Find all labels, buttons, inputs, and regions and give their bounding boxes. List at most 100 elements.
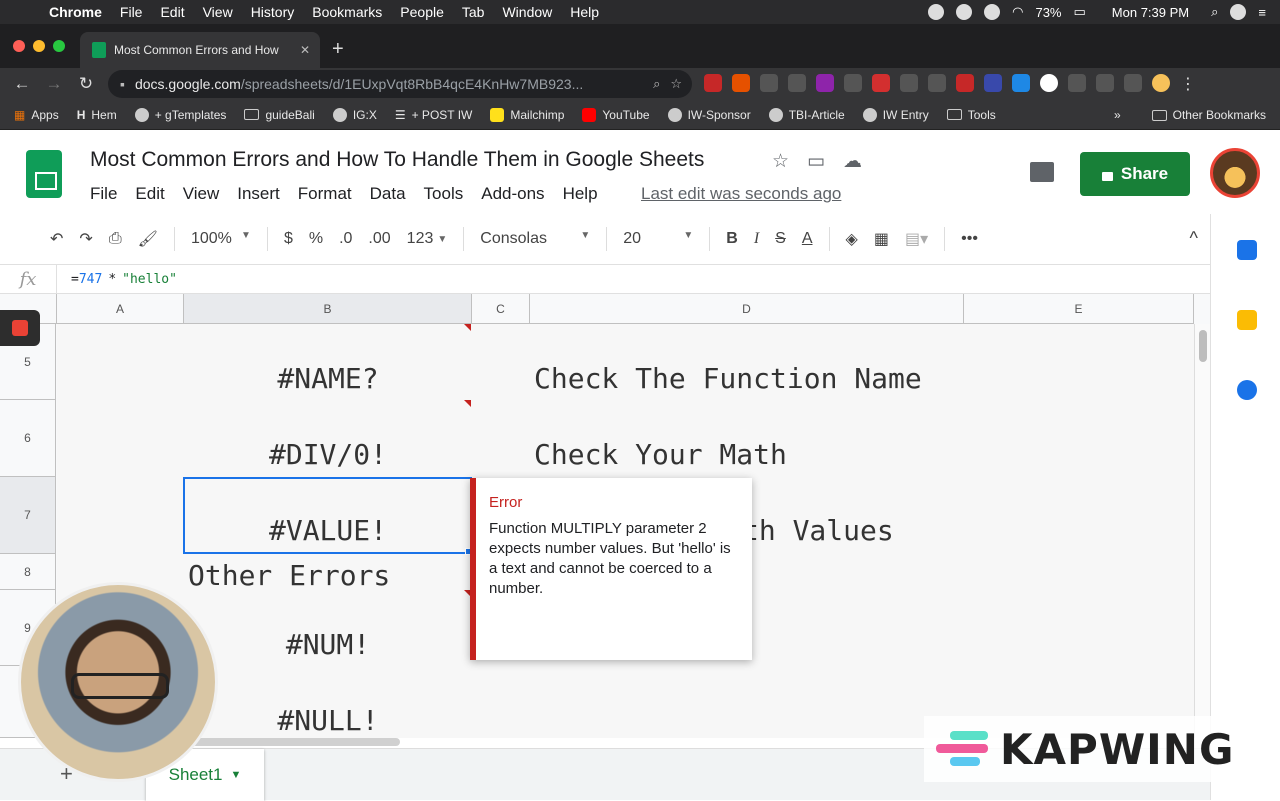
last-edit-link[interactable]: Last edit was seconds ago	[641, 184, 841, 204]
menu-people[interactable]: People	[391, 4, 453, 20]
bookmark-item[interactable]: guideBali	[244, 108, 315, 122]
cell-b10[interactable]: #NULL!	[184, 704, 472, 737]
formula-input[interactable]: = 747 * "hello"	[56, 264, 177, 294]
font-size-select[interactable]: 20 ▼	[615, 230, 701, 248]
reload-icon[interactable]: ↻	[70, 74, 102, 94]
account-avatar[interactable]	[1210, 148, 1260, 198]
column-header-b[interactable]: B	[184, 294, 472, 324]
bookmark-item[interactable]: TBI-Article	[768, 107, 845, 122]
address-bar[interactable]: ▪ docs.google.com/spreadsheets/d/1EUxpVq…	[108, 70, 692, 98]
docs-menu-addons[interactable]: Add-ons	[481, 184, 544, 204]
extension-icon[interactable]	[900, 74, 918, 92]
print-icon[interactable]: ⎙	[101, 230, 130, 248]
document-title[interactable]: Most Common Errors and How To Handle The…	[90, 148, 704, 172]
cell-b5[interactable]: #NAME?	[184, 362, 472, 395]
row-header-7[interactable]: 7	[0, 477, 56, 554]
extension-icon[interactable]	[844, 74, 862, 92]
kebab-menu-icon[interactable]: ⋮	[1180, 74, 1196, 94]
docs-menu-help[interactable]: Help	[563, 184, 598, 204]
search-icon[interactable]: ⌕	[653, 76, 660, 92]
cell-d5[interactable]: Check The Function Name	[534, 362, 922, 395]
italic-button[interactable]: I	[746, 230, 767, 248]
extension-icon[interactable]	[816, 74, 834, 92]
extension-icon[interactable]	[760, 74, 778, 92]
menu-help[interactable]: Help	[561, 4, 608, 20]
scrollbar-thumb[interactable]	[1199, 330, 1207, 362]
row-header-6[interactable]: 6	[0, 400, 56, 477]
bookmark-item[interactable]: Mailchimp	[490, 107, 564, 122]
star-icon[interactable]: ☆	[772, 150, 789, 173]
extension-icon[interactable]	[956, 74, 974, 92]
docs-menu-data[interactable]: Data	[370, 184, 406, 204]
cell-b6[interactable]: #DIV/0!	[184, 438, 472, 471]
record-button[interactable]	[0, 310, 40, 346]
extension-icon[interactable]	[928, 74, 946, 92]
fill-color-icon[interactable]: ◈	[838, 229, 866, 249]
menu-file[interactable]: File	[111, 4, 152, 20]
undo-icon[interactable]: ↶	[42, 229, 71, 249]
cloud-status-icon[interactable]: ☁	[843, 150, 862, 173]
other-bookmarks[interactable]: Other Bookmarks	[1151, 108, 1266, 122]
app-menu[interactable]: Chrome	[40, 4, 111, 20]
text-color-button[interactable]: A	[794, 230, 821, 248]
battery-icon[interactable]: ▭	[1074, 4, 1086, 20]
bookmark-item[interactable]: Tools	[946, 108, 996, 122]
wifi-icon[interactable]: ◠	[1012, 4, 1023, 20]
keep-icon[interactable]	[1237, 310, 1257, 330]
more-options-button[interactable]: •••	[953, 230, 986, 248]
docs-menu-format[interactable]: Format	[298, 184, 352, 204]
move-folder-icon[interactable]: ▭	[807, 150, 825, 173]
bookmark-item[interactable]: H Hem	[77, 108, 117, 122]
column-header-c[interactable]: C	[472, 294, 530, 324]
spotlight-icon[interactable]: ⌕	[1211, 4, 1218, 20]
media-icon[interactable]	[1124, 74, 1142, 92]
status-icon[interactable]	[928, 4, 945, 20]
bookmark-item[interactable]: IW Entry	[862, 107, 929, 122]
control-center-icon[interactable]: ≡	[1258, 5, 1266, 20]
close-tab-icon[interactable]: ✕	[300, 43, 310, 57]
extension-icon[interactable]	[1040, 74, 1058, 92]
zoom-window-button[interactable]	[53, 40, 65, 52]
row-header-8[interactable]: 8	[0, 554, 56, 590]
percent-button[interactable]: %	[301, 230, 331, 248]
menu-window[interactable]: Window	[493, 4, 561, 20]
status-icon[interactable]	[984, 4, 1001, 20]
status-icon[interactable]	[956, 4, 973, 20]
bookmark-apps[interactable]: ▦ Apps	[14, 108, 59, 122]
extension-icon[interactable]	[788, 74, 806, 92]
sheets-logo-icon[interactable]	[26, 150, 62, 198]
extension-icon[interactable]	[1012, 74, 1030, 92]
menu-history[interactable]: History	[242, 4, 304, 20]
share-button[interactable]: Share	[1080, 152, 1190, 196]
bookmark-item[interactable]: + gTemplates	[134, 107, 226, 122]
extension-icon[interactable]	[1068, 74, 1086, 92]
bookmark-item[interactable]: IW-Sponsor	[667, 107, 751, 122]
font-select[interactable]: Consolas ▼	[472, 230, 598, 248]
decrease-decimal-button[interactable]: .0	[331, 230, 360, 248]
puzzle-icon[interactable]	[1096, 74, 1114, 92]
close-window-button[interactable]	[13, 40, 25, 52]
cell-d7[interactable]: th Values	[742, 514, 894, 547]
battery-label[interactable]: 73%	[1035, 5, 1061, 20]
chevron-down-icon[interactable]: ▼	[231, 769, 242, 781]
tasks-icon[interactable]	[1237, 380, 1257, 400]
docs-menu-insert[interactable]: Insert	[237, 184, 280, 204]
bookmark-item[interactable]: YouTube	[582, 107, 650, 122]
menu-bookmarks[interactable]: Bookmarks	[303, 4, 391, 20]
bold-button[interactable]: B	[718, 230, 746, 248]
profile-icon[interactable]	[1152, 74, 1170, 92]
docs-menu-view[interactable]: View	[183, 184, 220, 204]
extension-icon[interactable]	[872, 74, 890, 92]
borders-icon[interactable]: ▦	[866, 229, 897, 249]
paint-format-icon[interactable]: 🖌	[130, 229, 166, 249]
strikethrough-button[interactable]: S	[767, 230, 794, 248]
currency-button[interactable]: $	[276, 230, 301, 248]
bookmarks-overflow-button[interactable]: »	[1114, 108, 1121, 122]
clock[interactable]: Mon 7:39 PM	[1112, 5, 1189, 20]
calendar-icon[interactable]	[1237, 240, 1257, 260]
bookmark-item[interactable]: IG:X	[332, 107, 377, 122]
extension-icon[interactable]	[984, 74, 1002, 92]
cell-d6[interactable]: Check Your Math	[534, 438, 787, 471]
siri-icon[interactable]	[1230, 4, 1247, 20]
cell-b9[interactable]: #NUM!	[184, 628, 472, 661]
